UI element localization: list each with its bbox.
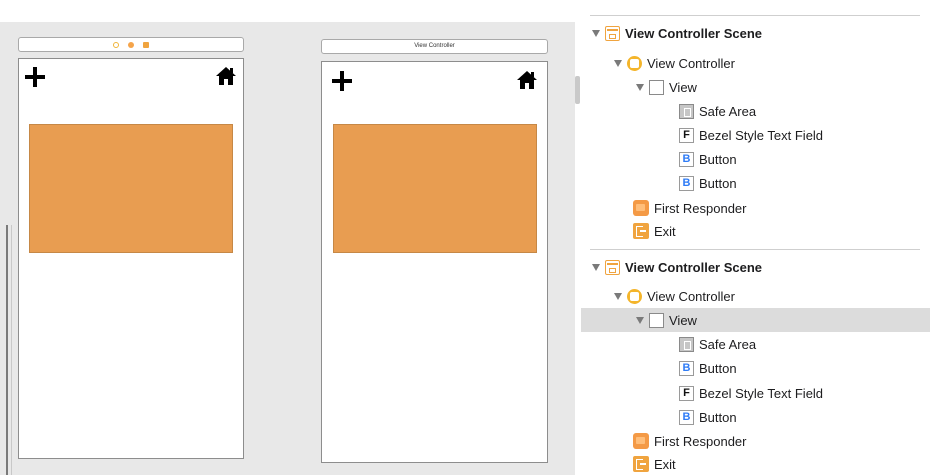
canvas-scrollbar-thumb[interactable] [575,76,580,104]
text-field-icon: F [679,385,694,401]
scene-b-view[interactable] [321,61,548,463]
view-label: View [669,79,697,95]
child-label: Safe Area [699,336,757,352]
canvas-left-rule-light [11,225,12,475]
exit-icon [633,456,649,472]
add-button-plus-icon[interactable] [332,71,352,91]
first-responder-dock-icon[interactable] [128,41,134,48]
text-field-icon: F [679,127,694,143]
scene-icon [605,259,620,275]
exit-label: Exit [654,223,676,239]
first-responder-icon [633,200,649,216]
disclosure-triangle-icon[interactable] [636,83,644,91]
scene-title: View Controller [414,43,455,49]
outline-row-first-responder[interactable]: First Responder [581,196,930,220]
child-label: Button [699,409,737,425]
view-controller-dock-icon[interactable] [113,41,119,48]
child-label: Button [699,175,737,191]
outline-row-exit[interactable]: Exit [581,452,930,476]
disclosure-triangle-icon[interactable] [614,59,622,67]
child-label: Button [699,360,737,376]
storyboard-canvas[interactable]: View Controller [0,0,575,475]
outline-row-button[interactable]: B Button [581,171,930,195]
button-icon: B [679,360,694,376]
safe-area-icon [679,103,694,119]
document-outline: View Controller Scene View Controller Vi… [581,0,930,475]
scene-dock-icons [19,38,243,51]
orange-placeholder-view [333,124,537,253]
outline-row-view[interactable]: View [581,75,930,99]
safe-area-icon [679,336,694,352]
scene-label: View Controller Scene [625,259,763,275]
disclosure-triangle-icon[interactable] [592,263,600,271]
outline-row-first-responder[interactable]: First Responder [581,429,930,453]
outline-divider [590,15,920,16]
scene-b-title-bar[interactable]: View Controller [321,39,548,54]
view-controller-icon [627,288,642,304]
exit-label: Exit [654,456,676,472]
outline-row-button[interactable]: B Button [581,356,930,380]
canvas-left-rule [6,225,8,475]
home-button-icon[interactable] [215,65,237,87]
scene-label: View Controller Scene [625,25,763,41]
scene-a-dock[interactable] [18,37,244,52]
child-label: Bezel Style Text Field [699,385,824,401]
outline-row-view-selected[interactable]: View [581,308,930,332]
canvas-top-strip [0,0,575,22]
outline-row-scene[interactable]: View Controller Scene [581,21,930,45]
view-icon [649,79,664,95]
view-controller-label: View Controller [647,288,735,304]
scene-a-view[interactable] [18,58,244,459]
outline-row-text-field[interactable]: F Bezel Style Text Field [581,123,930,147]
outline-row-button[interactable]: B Button [581,405,930,429]
disclosure-triangle-icon[interactable] [592,29,600,37]
outline-row-scene[interactable]: View Controller Scene [581,255,930,279]
home-button-icon[interactable] [516,69,538,91]
button-icon: B [679,175,694,191]
add-button-plus-icon[interactable] [25,67,45,87]
outline-row-safe-area[interactable]: Safe Area [581,332,930,356]
view-controller-label: View Controller [647,55,735,71]
disclosure-triangle-icon[interactable] [636,316,644,324]
disclosure-triangle-icon[interactable] [614,292,622,300]
outline-row-exit[interactable]: Exit [581,219,930,243]
child-label: Safe Area [699,103,757,119]
exit-dock-icon[interactable] [143,41,149,48]
orange-placeholder-view [29,124,233,253]
exit-icon [633,223,649,239]
button-icon: B [679,409,694,425]
child-label: Button [699,151,737,167]
view-label: View [669,312,697,328]
view-controller-icon [627,55,642,71]
outline-row-text-field[interactable]: F Bezel Style Text Field [581,381,930,405]
outline-row-view-controller[interactable]: View Controller [581,51,930,75]
outline-row-button[interactable]: B Button [581,147,930,171]
outline-row-safe-area[interactable]: Safe Area [581,99,930,123]
scene-icon [605,25,620,41]
first-responder-label: First Responder [654,433,747,449]
outline-divider [590,249,920,250]
child-label: Bezel Style Text Field [699,127,824,143]
button-icon: B [679,151,694,167]
first-responder-label: First Responder [654,200,747,216]
first-responder-icon [633,433,649,449]
outline-row-view-controller[interactable]: View Controller [581,284,930,308]
view-icon [649,312,664,328]
